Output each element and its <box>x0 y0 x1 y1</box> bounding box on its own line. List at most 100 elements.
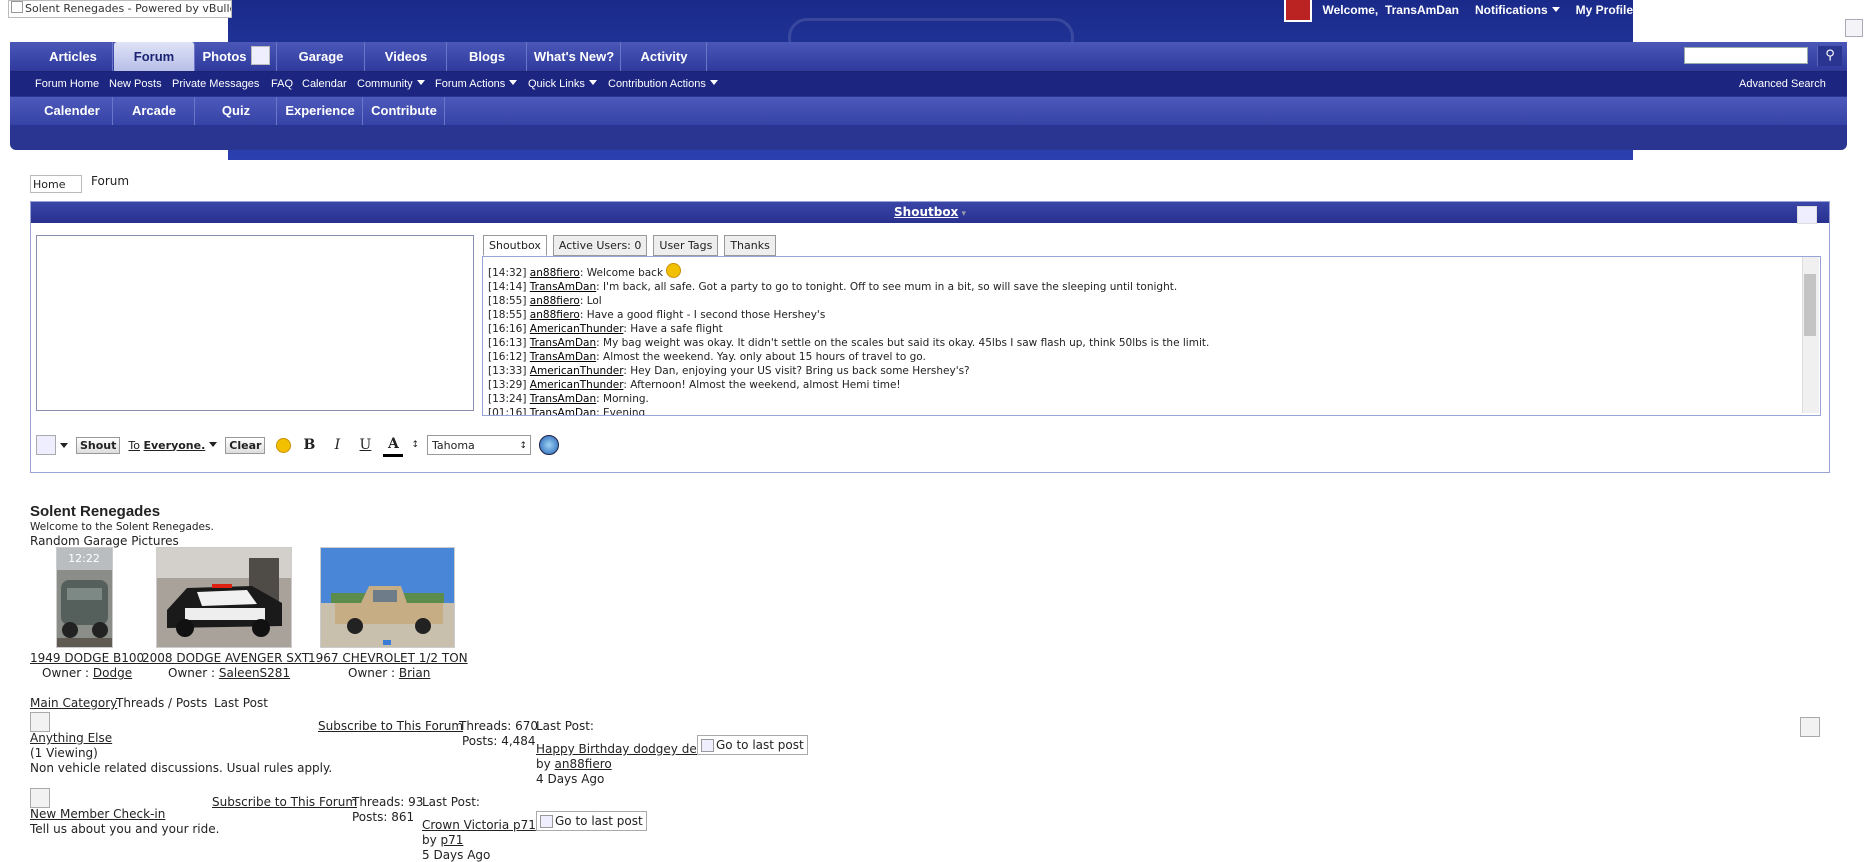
last-post-user[interactable]: an88fiero <box>555 757 612 771</box>
last-post-title[interactable]: Happy Birthday dodgey den <box>536 742 704 756</box>
category-link[interactable]: Main Category <box>30 696 117 710</box>
menu-quick-links[interactable]: Quick Links <box>528 72 597 96</box>
shout-user[interactable]: an88fiero <box>530 267 580 279</box>
menu-forum-actions[interactable]: Forum Actions <box>435 72 518 96</box>
chevron-down-icon <box>209 441 218 447</box>
notifications-menu[interactable]: Notifications <box>1475 3 1560 17</box>
shout-list: [14:32] an88fiero: Welcome back [14:14] … <box>488 263 1788 415</box>
tab-photos[interactable]: Photos <box>196 42 277 71</box>
shout-user[interactable]: TransAmDan <box>530 393 596 405</box>
search-input[interactable] <box>1684 47 1808 64</box>
smiley-icon[interactable] <box>276 437 292 453</box>
tab-user-tags[interactable]: User Tags <box>653 235 719 256</box>
owner-link[interactable]: Brian <box>399 666 430 680</box>
last-post-user[interactable]: p71 <box>441 833 464 847</box>
link-faq[interactable]: FAQ <box>271 72 293 96</box>
broken-image-icon <box>11 1 23 13</box>
bold-button[interactable]: B <box>299 435 319 455</box>
italic-button[interactable]: I <box>327 435 347 455</box>
shout-target[interactable]: To Everyone. <box>128 439 218 452</box>
username-link[interactable]: TransAmDan <box>1385 3 1459 17</box>
shout-user[interactable]: TransAmDan <box>530 407 596 415</box>
tab-calender[interactable]: Calender <box>32 97 113 125</box>
go-to-last-post[interactable]: Go to last post <box>536 811 647 831</box>
garage-link-2008-dodge[interactable]: 2008 DODGE AVENGER SXT <box>142 651 309 665</box>
font-select[interactable]: Tahoma ↕ <box>426 435 531 455</box>
tab-blogs[interactable]: Blogs <box>448 42 527 71</box>
scrollbar-thumb[interactable] <box>1804 274 1816 336</box>
my-profile-link[interactable]: My Profile <box>1576 3 1633 17</box>
tab-thanks[interactable]: Thanks <box>724 235 776 256</box>
owner-link[interactable]: Dodge <box>93 666 132 680</box>
link-calendar[interactable]: Calendar <box>302 72 347 96</box>
chevron-down-icon <box>416 80 425 85</box>
link-advanced-search[interactable]: Advanced Search <box>1739 72 1826 96</box>
garage-link-1949-dodge[interactable]: 1949 DODGE B100 <box>30 651 144 665</box>
shout-button[interactable]: Shout <box>76 436 121 454</box>
shout-item: [16:12] TransAmDan: Almost the weekend. … <box>488 351 926 363</box>
forum-link-anything-else[interactable]: Anything Else <box>30 731 112 745</box>
forum-title: Solent Renegades <box>30 503 161 520</box>
garage-thumb-2008-dodge[interactable] <box>156 547 292 648</box>
shoutbox-image-icon[interactable] <box>1797 206 1817 224</box>
svg-text:12:22: 12:22 <box>68 552 100 565</box>
tab-garage[interactable]: Garage <box>278 42 365 71</box>
owner-link[interactable]: SaleenS281 <box>219 666 290 680</box>
shoutbox-tabs: Shoutbox Active Users: 0 User Tags Thank… <box>483 235 776 256</box>
subscribe-link[interactable]: Subscribe to This Forum <box>212 795 357 809</box>
tab-articles[interactable]: Articles <box>34 42 113 71</box>
tab-arcade[interactable]: Arcade <box>114 97 195 125</box>
shoutbox-title[interactable]: Shoutbox <box>894 205 958 219</box>
last-post-title[interactable]: Crown Victoria p71 <box>422 818 536 832</box>
color-stepper-icon[interactable]: ↕ <box>411 440 419 450</box>
last-post-time: 5 Days Ago <box>422 848 491 862</box>
tab-shoutbox[interactable]: Shoutbox <box>483 235 547 256</box>
tab-videos[interactable]: Videos <box>366 42 447 71</box>
tab-contribute[interactable]: Contribute <box>364 97 445 125</box>
shout-user[interactable]: AmericanThunder <box>530 379 624 391</box>
forum-image-icon <box>1800 717 1820 737</box>
last-post-by: by p71 <box>422 833 464 847</box>
clear-button[interactable]: Clear <box>225 436 266 454</box>
tab-activity[interactable]: Activity <box>622 42 707 71</box>
toolbar-image-icon[interactable] <box>36 435 56 455</box>
shout-item: [14:32] an88fiero: Welcome back <box>488 263 1788 280</box>
link-new-posts[interactable]: New Posts <box>109 72 162 96</box>
shoutbox-header: Shoutbox ▾ <box>31 202 1829 223</box>
search-icon[interactable]: ⚲ <box>1817 46 1842 66</box>
underline-button[interactable]: U <box>355 435 375 455</box>
shout-user[interactable]: TransAmDan <box>530 337 596 349</box>
font-color-button[interactable]: A <box>383 434 404 457</box>
link-forum-home[interactable]: Forum Home <box>35 72 99 96</box>
tab-whats-new[interactable]: What's New? <box>528 42 621 71</box>
forum-posts: Posts: 861 <box>352 810 415 824</box>
shout-user[interactable]: an88fiero <box>530 309 580 321</box>
shout-user[interactable]: TransAmDan <box>530 281 596 293</box>
tab-experience[interactable]: Experience <box>278 97 363 125</box>
garage-thumb-1949-dodge[interactable]: 12:22 <box>56 547 113 648</box>
menu-community[interactable]: Community <box>357 72 425 96</box>
go-to-last-post[interactable]: Go to last post <box>697 735 808 755</box>
chevron-down-icon[interactable] <box>60 442 68 448</box>
garage-link-1967-chevrolet[interactable]: 1967 CHEVROLET 1/2 TON <box>308 651 468 665</box>
shout-user[interactable]: an88fiero <box>530 295 580 307</box>
tab-active-users[interactable]: Active Users: 0 <box>552 235 648 256</box>
shout-user[interactable]: TransAmDan <box>530 351 596 363</box>
garage-owner: Owner : Brian <box>348 666 431 680</box>
refresh-icon[interactable] <box>538 435 559 455</box>
shout-textarea[interactable] <box>36 235 474 411</box>
collapse-icon[interactable]: ▾ <box>958 209 966 219</box>
shout-user[interactable]: AmericanThunder <box>530 323 624 335</box>
link-private-messages[interactable]: Private Messages <box>172 72 259 96</box>
garage-thumb-1967-chevrolet[interactable] <box>320 547 455 648</box>
subscribe-link[interactable]: Subscribe to This Forum <box>318 719 463 733</box>
chevron-down-icon <box>588 80 597 85</box>
tab-forum[interactable]: Forum <box>114 42 195 71</box>
tab-quiz[interactable]: Quiz <box>196 97 277 125</box>
site-logo[interactable]: Solent Renegades - Powered by vBulletin <box>8 0 232 18</box>
shout-user[interactable]: AmericanThunder <box>530 365 624 377</box>
shout-item: [13:29] AmericanThunder: Afternoon! Almo… <box>488 379 901 391</box>
breadcrumb-home[interactable]: Home <box>30 175 82 193</box>
menu-contribution-actions[interactable]: Contribution Actions <box>608 72 718 96</box>
forum-link-new-member[interactable]: New Member Check-in <box>30 807 165 821</box>
